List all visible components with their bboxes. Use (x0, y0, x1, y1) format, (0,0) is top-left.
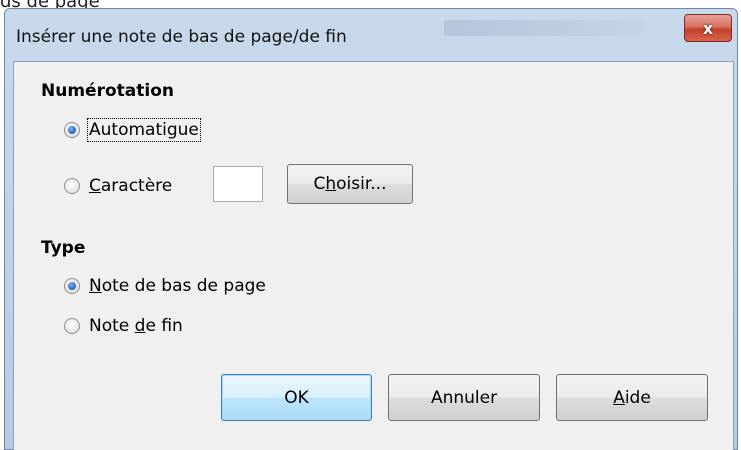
radio-character-label: Caractère (89, 176, 173, 196)
radio-button-checked-icon[interactable] (64, 278, 80, 294)
ok-button[interactable]: OK (221, 374, 372, 421)
radio-button-unchecked-icon[interactable] (64, 178, 80, 194)
numbering-heading: Numérotation (41, 81, 174, 101)
type-heading: Type (41, 238, 86, 258)
radio-character[interactable]: Caractère (64, 176, 172, 196)
dialog-title: Insérer une note de bas de page/de fin (16, 27, 347, 47)
radio-automatic[interactable]: Automatigue (64, 118, 201, 142)
radio-automatic-label: Automatigue (87, 118, 201, 142)
choose-button[interactable]: Ch oisir... (287, 164, 413, 204)
radio-endnote-label: Note de fin (89, 316, 183, 336)
cancel-button[interactable]: Annuler (388, 374, 540, 421)
dialog-titlebar[interactable]: Insérer une note de bas de page/de fin x (4, 8, 738, 60)
radio-button-unchecked-icon[interactable] (64, 318, 80, 334)
radio-endnote[interactable]: Note de fin (64, 316, 183, 336)
background-window-blur (444, 20, 644, 36)
close-icon: x (702, 18, 714, 38)
help-button[interactable]: Aide (556, 374, 708, 421)
character-input[interactable] (213, 166, 263, 202)
close-button[interactable]: x (684, 14, 732, 42)
radio-footnote-label: Note de bas de page (89, 276, 266, 296)
radio-footnote[interactable]: Note de bas de page (64, 276, 266, 296)
radio-button-checked-icon[interactable] (64, 122, 80, 138)
